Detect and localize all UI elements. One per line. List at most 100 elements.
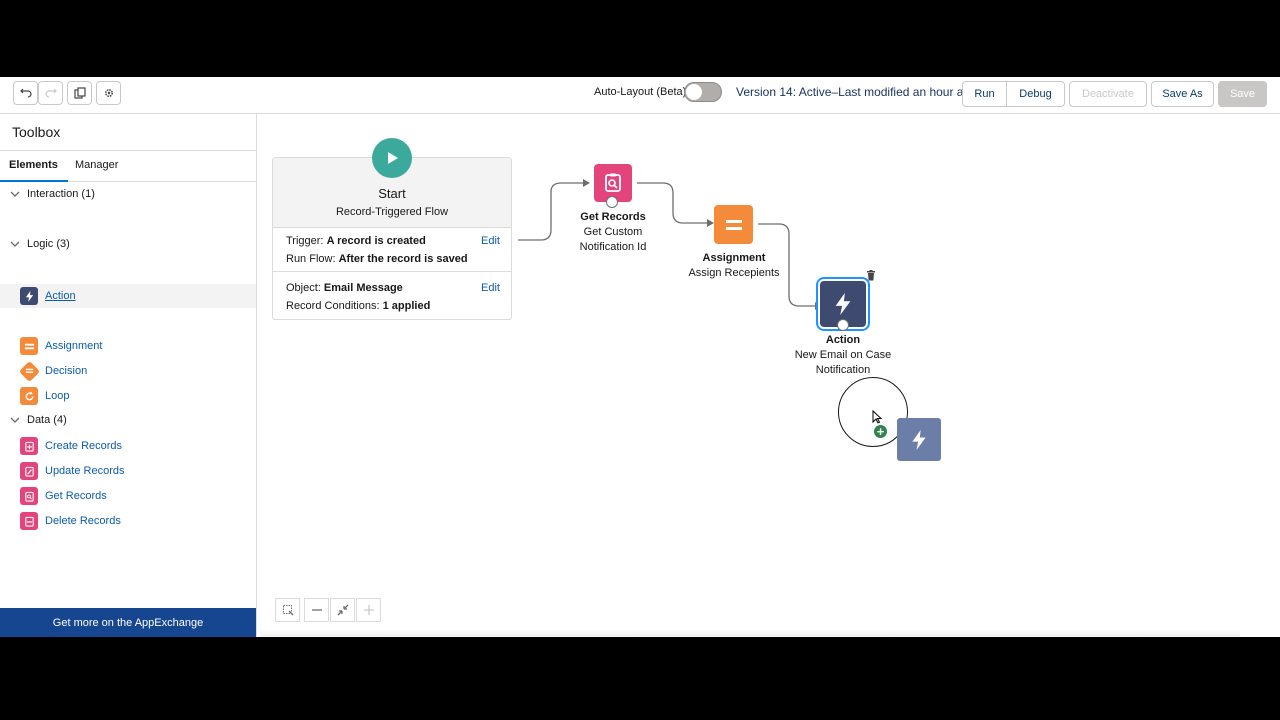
record-create-icon (20, 437, 38, 455)
autolayout-toggle[interactable] (684, 82, 722, 102)
tool-label: Get Records (45, 490, 107, 502)
tool-item-create-records[interactable]: Create Records (0, 434, 256, 458)
runflow-value: After the record is saved (338, 253, 468, 265)
toolbox-tabs: Elements Manager (0, 150, 256, 182)
trigger-edit-link[interactable]: Edit (481, 235, 500, 247)
assignment-line1: Assign Recepients (688, 267, 780, 279)
flow-canvas[interactable]: Start Record-Triggered Flow Trigger: A r… (257, 114, 1280, 637)
runflow-label: Run Flow: (286, 253, 336, 265)
tool-label: Action (45, 290, 76, 302)
tool-item-decision[interactable]: Decision (0, 359, 256, 383)
tool-label: Loop (45, 390, 70, 402)
tool-label: Delete Records (45, 515, 121, 527)
tool-item-update-records[interactable]: Update Records (0, 459, 256, 483)
arrow-head (583, 179, 590, 187)
object-label: Object: (286, 282, 321, 294)
run-button[interactable]: Run (962, 81, 1007, 107)
trigger-value: A record is created (326, 235, 426, 247)
flow-builder-window: Auto-Layout (Beta) Version 14: Active–La… (0, 77, 1280, 637)
get-records-title: Get Records (580, 211, 646, 223)
assignment-node[interactable] (714, 205, 753, 244)
group-data[interactable]: Data (4) (10, 414, 67, 426)
toolbox-panel: Toolbox Elements Manager Interaction (1)… (0, 114, 257, 637)
add-plus-icon: + (872, 423, 889, 440)
group-label: Data (4) (27, 414, 67, 426)
runflow-row: Run Flow: After the record is saved (286, 253, 468, 265)
action-title: Action (825, 334, 861, 346)
canvas-bottom-edge (260, 629, 1240, 637)
decision-icon (18, 360, 41, 382)
appexchange-link[interactable]: Get more on the AppExchange (0, 608, 256, 637)
action-connector-dot[interactable] (837, 319, 849, 331)
action-line1: New Email on Case (794, 349, 892, 361)
plus-icon (363, 605, 374, 615)
loop-icon (20, 387, 38, 405)
start-subtitle: Record-Triggered Flow (335, 206, 449, 218)
object-edit-link[interactable]: Edit (481, 282, 500, 294)
save-button[interactable]: Save (1218, 81, 1267, 107)
save-as-button[interactable]: Save As (1151, 81, 1214, 107)
toggle-knob (686, 84, 702, 100)
redo-icon (44, 88, 57, 98)
cursor-arrow-icon (872, 410, 882, 424)
contract-icon (337, 604, 348, 616)
zoom-controls (275, 598, 382, 622)
copy-button[interactable] (67, 81, 92, 105)
chevron-down-icon (10, 417, 20, 423)
tool-item-action[interactable]: Action (0, 284, 256, 308)
assignment-label: Assignment Assign Recepients (675, 251, 793, 281)
conditions-label: Record Conditions: (286, 300, 380, 312)
object-row: Object: Email Message (286, 282, 403, 294)
conditions-value: 1 applied (382, 300, 431, 312)
version-status: Version 14: Active–Last modified an hour… (736, 85, 977, 99)
chevron-down-icon (10, 191, 20, 197)
zoom-in-button[interactable] (356, 598, 381, 622)
minus-icon (311, 609, 322, 611)
record-delete-icon (20, 512, 38, 530)
assignment-title: Assignment (702, 252, 766, 264)
settings-button[interactable] (96, 81, 121, 105)
deactivate-button[interactable]: Deactivate (1069, 81, 1147, 107)
group-interaction[interactable]: Interaction (1) (10, 188, 95, 200)
marquee-select-button[interactable] (275, 598, 300, 622)
autolayout-label: Auto-Layout (Beta) (594, 86, 687, 98)
trash-icon[interactable] (866, 270, 876, 281)
equals-icon (20, 337, 38, 355)
group-label: Logic (3) (27, 238, 70, 250)
group-label: Interaction (1) (27, 188, 95, 200)
start-title: Start (378, 186, 406, 201)
card-divider (273, 271, 511, 272)
trigger-label: Trigger: (286, 235, 324, 247)
debug-button[interactable]: Debug (1006, 81, 1065, 107)
get-records-line1: Get Custom (583, 226, 643, 238)
tool-item-assignment[interactable]: Assignment (0, 334, 256, 358)
undo-icon (19, 88, 32, 98)
dragged-action-ghost[interactable] (897, 418, 941, 461)
record-lookup-icon (20, 487, 38, 505)
lightning-icon (835, 293, 851, 315)
tab-elements[interactable]: Elements (0, 159, 68, 182)
top-toolbar: Auto-Layout (Beta) Version 14: Active–La… (0, 77, 1280, 114)
tool-item-delete-records[interactable]: Delete Records (0, 509, 256, 533)
undo-button[interactable] (13, 81, 38, 105)
start-play-icon[interactable] (372, 138, 412, 178)
marquee-icon (282, 605, 293, 616)
arrow-head (707, 219, 714, 227)
gear-icon (104, 88, 113, 98)
get-records-connector-dot[interactable] (606, 196, 618, 208)
conditions-row: Record Conditions: 1 applied (286, 300, 430, 312)
group-logic[interactable]: Logic (3) (10, 238, 70, 250)
tool-item-get-records[interactable]: Get Records (0, 484, 256, 508)
copy-icon (73, 87, 86, 99)
start-element-card[interactable]: Start Record-Triggered Flow Trigger: A r… (272, 157, 512, 320)
redo-button[interactable] (38, 81, 63, 105)
get-records-label: Get Records Get Custom Notification Id (557, 210, 669, 255)
record-update-icon (20, 462, 38, 480)
zoom-out-button[interactable] (304, 598, 329, 622)
tool-label: Assignment (45, 340, 103, 352)
zoom-fit-button[interactable] (330, 598, 355, 622)
action-line2: Notification (815, 364, 871, 376)
action-label: Action New Email on Case Notification (783, 333, 903, 378)
tab-manager[interactable]: Manager (75, 159, 118, 171)
tool-item-loop[interactable]: Loop (0, 384, 256, 408)
